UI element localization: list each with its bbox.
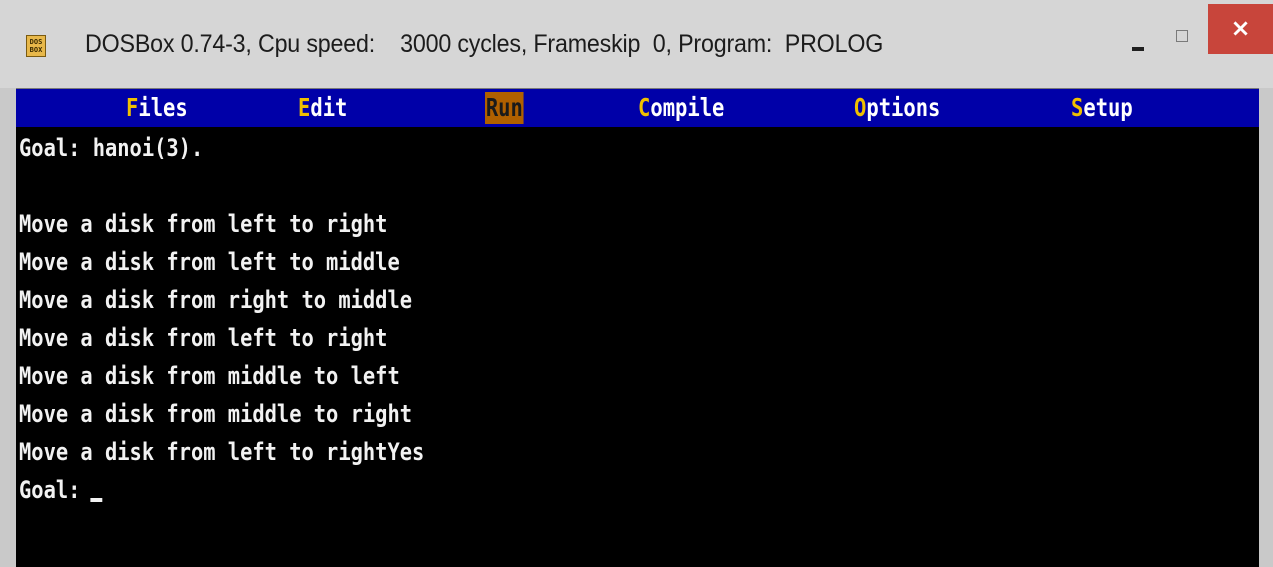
minimize-button[interactable] — [1120, 28, 1164, 64]
menu-run-hotkey: R — [485, 93, 499, 122]
dosbox-app-icon[interactable]: DOS BOX — [26, 35, 46, 57]
terminal-line: Move a disk from left to middle — [19, 248, 400, 276]
menu-options-hotkey: O — [854, 93, 867, 122]
title-bar[interactable]: DOS BOX DOSBox 0.74-3, Cpu speed: 3000 c… — [0, 0, 1273, 88]
terminal-line: Move a disk from left to right — [19, 210, 388, 238]
menu-edit-label: dit — [310, 93, 348, 122]
goal-prompt: Goal: — [19, 476, 81, 504]
menu-files-label: iles — [138, 93, 188, 122]
dos-screen[interactable]: Files Edit Run Compile Options Setup Goa… — [16, 88, 1259, 567]
goal-prompt-line[interactable]: Goal: — [19, 471, 1073, 509]
terminal-line: Move a disk from right to middle — [19, 286, 413, 314]
menu-setup[interactable]: Setup — [1071, 92, 1133, 124]
menu-files[interactable]: Files — [126, 92, 188, 124]
terminal-line: Move a disk from left to right — [19, 324, 388, 352]
menu-setup-label: etup — [1083, 93, 1133, 122]
menu-bar: Files Edit Run Compile Options Setup — [16, 89, 1259, 127]
terminal-line: Move a disk from left to rightYes — [19, 438, 425, 466]
app-icon-label: DOS BOX — [29, 38, 43, 54]
window-title: DOSBox 0.74-3, Cpu speed: 3000 cycles, F… — [85, 30, 884, 58]
menu-edit-hotkey: E — [298, 93, 311, 122]
menu-setup-hotkey: S — [1071, 93, 1084, 122]
menu-compile[interactable]: Compile — [638, 92, 724, 124]
menu-run[interactable]: Run — [485, 92, 524, 124]
terminal-line: Goal: hanoi(3). — [19, 134, 204, 162]
close-button[interactable]: × — [1208, 4, 1273, 54]
terminal-line: Move a disk from middle to left — [19, 362, 400, 390]
terminal-output: Goal: hanoi(3). Move a disk from left to… — [19, 129, 1259, 509]
menu-run-label: un — [498, 93, 523, 122]
menu-compile-label: ompile — [650, 93, 725, 122]
menu-compile-hotkey: C — [638, 93, 651, 122]
menu-files-hotkey: F — [126, 93, 139, 122]
menu-options[interactable]: Options — [854, 92, 940, 124]
text-cursor — [90, 498, 103, 502]
menu-options-label: ptions — [866, 93, 941, 122]
menu-edit[interactable]: Edit — [298, 92, 347, 124]
dosbox-window: DOS BOX DOSBox 0.74-3, Cpu speed: 3000 c… — [0, 0, 1273, 567]
maximize-button[interactable] — [1166, 24, 1206, 60]
terminal-line: Move a disk from middle to right — [19, 400, 413, 428]
